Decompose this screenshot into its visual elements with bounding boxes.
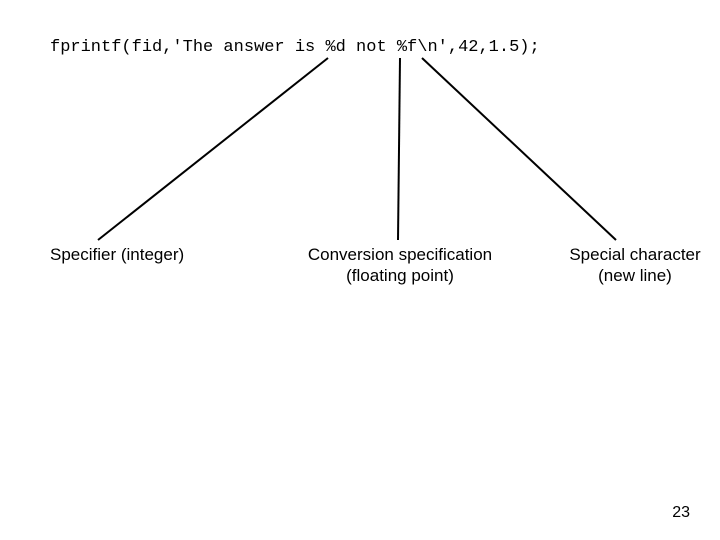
label-text-line1: Special character: [569, 245, 700, 264]
code-line: fprintf(fid,'The answer is %d not %f\n',…: [50, 38, 540, 57]
label-text-line2: (floating point): [346, 266, 454, 285]
label-text: Specifier (integer): [50, 245, 184, 264]
label-special-character: Special character (new line): [555, 244, 715, 287]
page-number: 23: [672, 504, 690, 522]
label-text-line1: Conversion specification: [308, 245, 492, 264]
label-text-line2: (new line): [598, 266, 672, 285]
label-conversion-specification: Conversion specification (floating point…: [290, 244, 510, 287]
label-specifier-integer: Specifier (integer): [50, 244, 220, 265]
